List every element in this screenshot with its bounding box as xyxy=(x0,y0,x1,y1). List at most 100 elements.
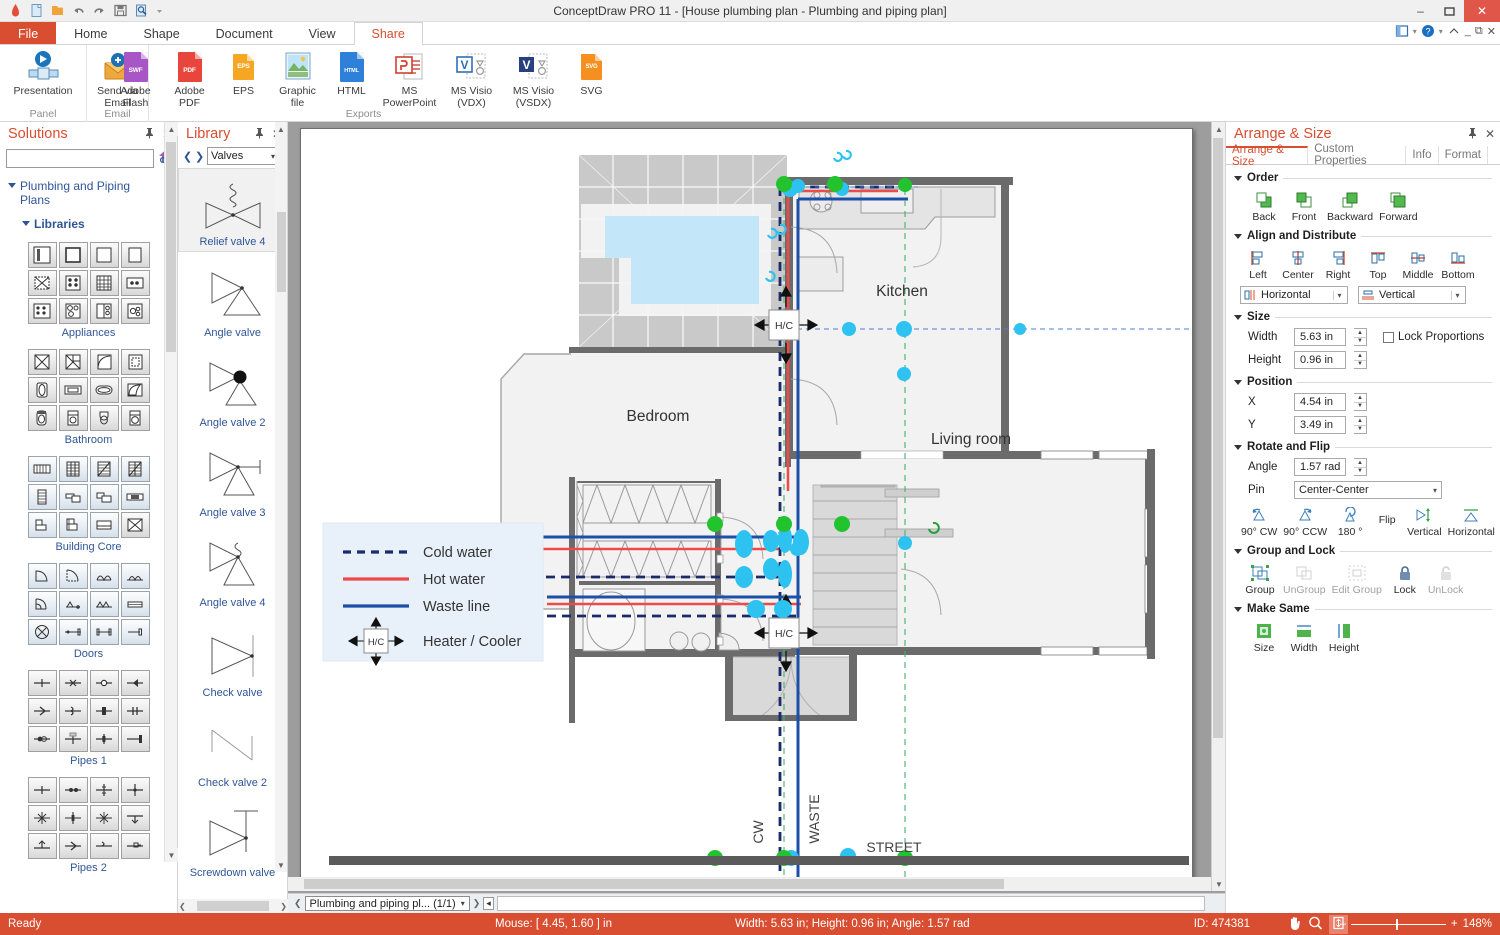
shape-cell[interactable] xyxy=(120,670,150,696)
shape-cell[interactable] xyxy=(89,298,119,324)
export-adobe-pdf-button[interactable]: PDF Adobe PDF xyxy=(164,49,216,109)
export-adobe-flash-button[interactable]: SWF Adobe Flash xyxy=(110,49,162,109)
shape-cell[interactable] xyxy=(27,484,57,510)
scroll-right-icon[interactable]: ❯ xyxy=(280,902,287,911)
library-group-bathroom[interactable]: Bathroom xyxy=(0,349,177,446)
tab-custom-properties[interactable]: Custom Properties xyxy=(1308,143,1407,167)
window-controls[interactable]: – ✕ xyxy=(1406,0,1500,22)
bring-forward-button[interactable]: Forward xyxy=(1376,190,1421,223)
lock-button[interactable]: Lock xyxy=(1385,563,1425,596)
shape-cell[interactable] xyxy=(58,591,88,617)
shape-cell[interactable] xyxy=(120,377,150,403)
shape-cell[interactable] xyxy=(89,377,119,403)
library-group-doors[interactable]: Doors xyxy=(0,563,177,660)
edit-group-button[interactable]: Edit Group xyxy=(1329,563,1385,596)
zoom-tool-icon[interactable] xyxy=(1308,915,1323,934)
scroll-up-icon[interactable]: ▲ xyxy=(275,122,287,136)
export-powerpoint-button[interactable]: MS PowerPoint xyxy=(380,49,440,109)
shape-cell[interactable] xyxy=(58,377,88,403)
align-top-button[interactable]: Top xyxy=(1358,248,1398,281)
scroll-down-icon[interactable]: ▼ xyxy=(275,858,287,872)
shape-cell[interactable] xyxy=(120,726,150,752)
tab-arrange-size[interactable]: Arrange & Size xyxy=(1226,144,1309,168)
shape-check-valve[interactable]: Check valve xyxy=(178,612,287,702)
align-right-button[interactable]: Right xyxy=(1318,248,1358,281)
zoom-in-button[interactable]: + xyxy=(1451,918,1458,930)
y-input[interactable]: 3.49 in xyxy=(1294,416,1346,434)
flip-vertical-button[interactable]: Vertical xyxy=(1404,505,1444,538)
new-document-icon[interactable] xyxy=(29,3,44,18)
undo-icon[interactable] xyxy=(71,3,86,18)
bring-to-front-button[interactable]: Front xyxy=(1284,190,1324,223)
shape-cell[interactable] xyxy=(27,405,57,431)
pan-hand-icon[interactable] xyxy=(1287,915,1302,934)
shape-cell[interactable] xyxy=(58,777,88,803)
help-dropdown-icon[interactable]: ▾ xyxy=(1439,27,1443,36)
align-center-button[interactable]: Center xyxy=(1278,248,1318,281)
collapse-triangle-icon[interactable] xyxy=(1234,314,1242,320)
close-icon[interactable]: ✕ xyxy=(1485,127,1495,141)
lock-proportions-checkbox[interactable] xyxy=(1383,331,1394,343)
tab-file[interactable]: File xyxy=(0,22,57,44)
same-height-button[interactable]: Height xyxy=(1324,621,1364,654)
ungroup-button[interactable]: UnGroup xyxy=(1280,563,1329,596)
tab-format[interactable]: Format xyxy=(1439,146,1488,164)
shape-cell[interactable] xyxy=(27,456,57,482)
shape-cell[interactable] xyxy=(27,805,57,831)
shape-cell[interactable] xyxy=(58,242,88,268)
distribute-vertical-combo[interactable]: Vertical ▾ xyxy=(1358,286,1466,304)
shape-cell[interactable] xyxy=(58,619,88,645)
shape-cell[interactable] xyxy=(120,270,150,296)
x-stepper[interactable]: ▲ ▼ xyxy=(1354,393,1367,411)
collapse-triangle-icon[interactable] xyxy=(1234,175,1242,181)
align-middle-button[interactable]: Middle xyxy=(1398,248,1438,281)
shape-cell[interactable] xyxy=(120,619,150,645)
rotate-ccw-button[interactable]: 90° CCW xyxy=(1280,505,1330,538)
shape-cell[interactable] xyxy=(120,242,150,268)
library-group-pipes-1[interactable]: Pipes 1 xyxy=(0,670,177,767)
shape-cell[interactable] xyxy=(120,512,150,538)
export-eps-button[interactable]: EPS EPS xyxy=(218,49,270,98)
lock-proportions-checkbox-row[interactable]: Lock Proportions xyxy=(1383,331,1484,343)
shape-cell[interactable] xyxy=(89,563,119,589)
help-icon[interactable]: ? xyxy=(1421,24,1435,38)
drawing-page[interactable]: H/C H/C Kitchen Bedroom Living room CW W… xyxy=(300,128,1193,880)
shape-cell[interactable] xyxy=(58,512,88,538)
restore-doc-icon[interactable]: _ xyxy=(1465,25,1471,37)
ribbon-right-controls[interactable]: ▾ ? ▾ _ ⧉ ✕ xyxy=(1395,24,1496,38)
tab-scroll-icon[interactable]: ◂ xyxy=(483,897,494,910)
shape-cell[interactable] xyxy=(58,726,88,752)
same-width-button[interactable]: Width xyxy=(1284,621,1324,654)
shape-cell[interactable] xyxy=(27,242,57,268)
shape-angle-valve[interactable]: Angle valve xyxy=(178,252,287,342)
shape-cell[interactable] xyxy=(89,670,119,696)
chevron-down-icon[interactable]: ▾ xyxy=(461,899,465,908)
shape-cell[interactable] xyxy=(58,405,88,431)
library-group-pipes-2[interactable]: Pipes 2 xyxy=(0,777,177,874)
shape-cell[interactable] xyxy=(27,670,57,696)
angle-input[interactable]: 1.57 rad xyxy=(1294,458,1346,476)
shape-cell[interactable] xyxy=(120,349,150,375)
scroll-thumb[interactable] xyxy=(304,879,1004,889)
shape-cell[interactable] xyxy=(58,456,88,482)
shape-cell[interactable] xyxy=(89,484,119,510)
shape-cell[interactable] xyxy=(27,777,57,803)
open-folder-icon[interactable] xyxy=(50,3,65,18)
shape-cell[interactable] xyxy=(120,456,150,482)
next-library-icon[interactable]: ❯ xyxy=(195,150,204,163)
shape-cell[interactable] xyxy=(89,833,119,859)
canvas-vertical-scrollbar[interactable]: ▲ ▼ xyxy=(1211,122,1225,891)
canvas-area[interactable]: H/C H/C Kitchen Bedroom Living room CW W… xyxy=(288,122,1225,913)
tab-info[interactable]: Info xyxy=(1406,146,1439,164)
align-bottom-button[interactable]: Bottom xyxy=(1438,248,1478,281)
pin-icon[interactable] xyxy=(144,127,155,142)
collapse-triangle-icon[interactable] xyxy=(1234,233,1242,239)
pin-icon[interactable] xyxy=(1467,127,1478,142)
scroll-thumb[interactable] xyxy=(197,901,269,911)
export-html-button[interactable]: HTML HTML xyxy=(326,49,378,98)
shape-cell[interactable] xyxy=(27,591,57,617)
shape-cell[interactable] xyxy=(89,698,119,724)
shape-cell[interactable] xyxy=(58,670,88,696)
pin-icon[interactable] xyxy=(254,127,265,142)
shape-cell[interactable] xyxy=(58,563,88,589)
